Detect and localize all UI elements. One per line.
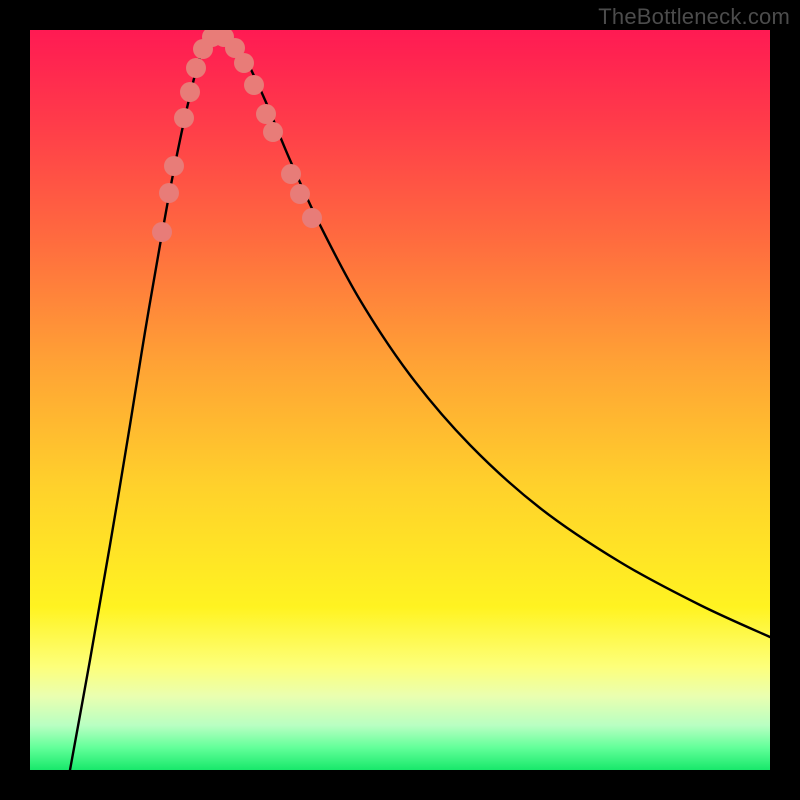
watermark-text: TheBottleneck.com <box>598 4 790 30</box>
highlight-dot <box>244 75 264 95</box>
highlight-dot <box>281 164 301 184</box>
plot-area <box>30 30 770 770</box>
highlight-dot <box>302 208 322 228</box>
bottleneck-curve <box>70 33 770 770</box>
highlight-dot <box>152 222 172 242</box>
highlight-dot <box>174 108 194 128</box>
curve-layer <box>30 30 770 770</box>
chart-frame: TheBottleneck.com <box>0 0 800 800</box>
highlight-dot <box>159 183 179 203</box>
highlight-dot <box>234 53 254 73</box>
highlight-dot <box>290 184 310 204</box>
highlight-dots <box>152 30 322 242</box>
highlight-dot <box>164 156 184 176</box>
highlight-dot <box>180 82 200 102</box>
highlight-dot <box>256 104 276 124</box>
highlight-dot <box>263 122 283 142</box>
highlight-dot <box>186 58 206 78</box>
